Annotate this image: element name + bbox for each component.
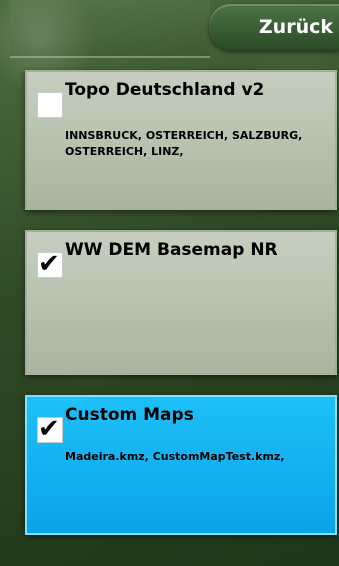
map-checkbox[interactable]: ✔ bbox=[37, 414, 63, 444]
map-item-ww-dem-basemap[interactable]: ✔ WW DEM Basemap NR bbox=[25, 230, 337, 375]
map-title: Topo Deutschland v2 bbox=[65, 80, 265, 100]
map-title: Custom Maps bbox=[65, 405, 194, 425]
map-checkbox[interactable]: ✔ bbox=[37, 249, 63, 279]
header-strip bbox=[10, 0, 210, 58]
map-item-topo-deutschland[interactable]: Topo Deutschland v2 INNSBRUCK, OSTERREIC… bbox=[25, 70, 337, 210]
back-button[interactable]: Zurück bbox=[209, 4, 339, 50]
map-item-custom-maps[interactable]: ✔ Custom Maps Madeira.kmz, CustomMapTest… bbox=[25, 395, 337, 535]
back-label: Zurück bbox=[258, 16, 333, 38]
map-description: INNSBRUCK, OSTERREICH, SALZBURG, OSTERRE… bbox=[65, 129, 303, 158]
check-icon: ✔ bbox=[38, 414, 60, 444]
map-description: Madeira.kmz, CustomMapTest.kmz, bbox=[65, 450, 285, 463]
map-title: WW DEM Basemap NR bbox=[65, 240, 278, 260]
check-icon: ✔ bbox=[38, 249, 60, 279]
map-checkbox[interactable] bbox=[37, 92, 63, 118]
